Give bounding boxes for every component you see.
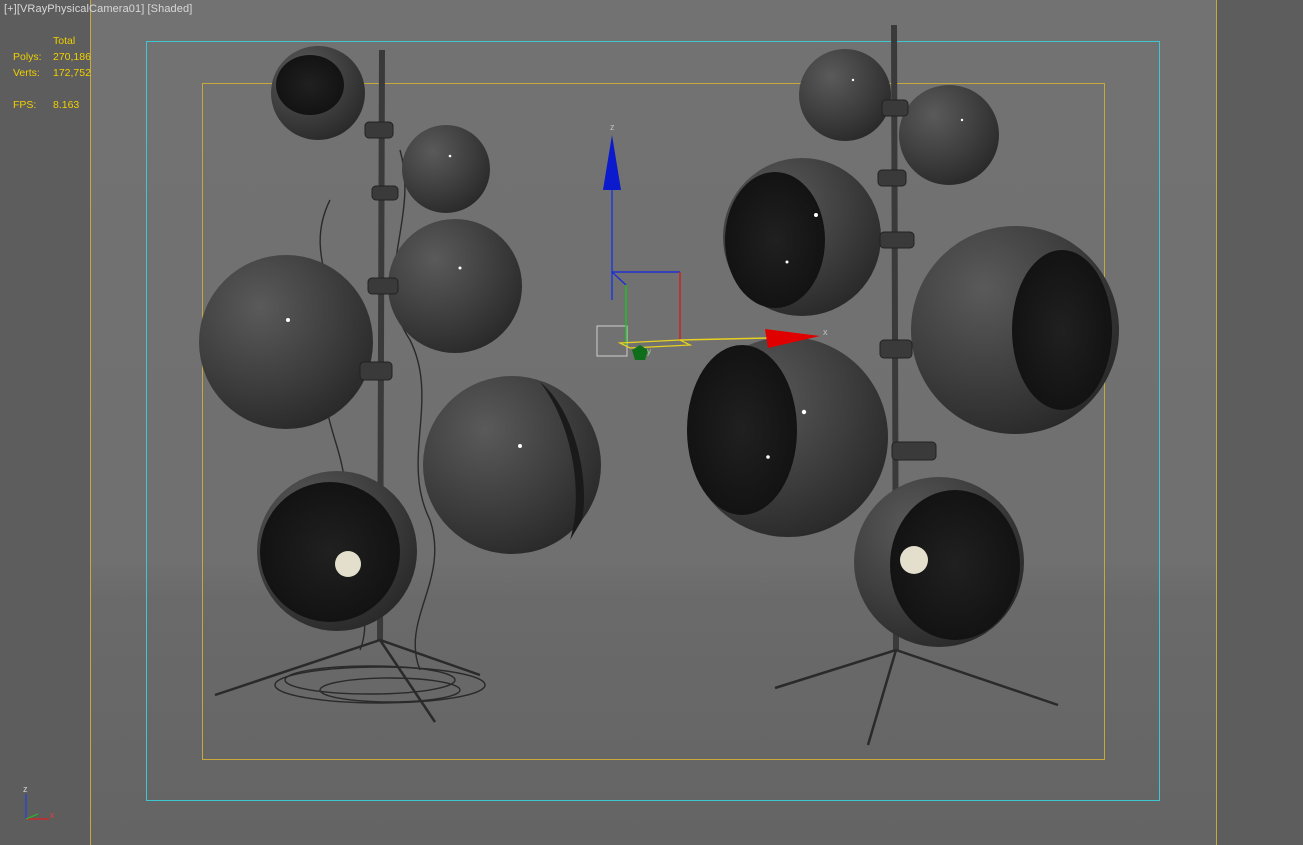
stats-header: Total <box>53 35 76 47</box>
perspective-viewport[interactable]: z x y [+][VRayPhysicalCamera01] [Shaded]… <box>0 0 1303 845</box>
gizmo-z-label: z <box>610 122 615 132</box>
polys-value: 270,186 <box>53 51 91 63</box>
right-globe-2 <box>899 85 999 185</box>
right-lamp-tripod <box>774 648 1059 746</box>
gizmo-x-label: x <box>823 327 828 337</box>
gizmo-center-box <box>596 325 628 357</box>
left-globe-2 <box>402 125 490 213</box>
left-globe-4 <box>199 255 373 429</box>
left-floor-lamp[interactable] <box>199 46 601 723</box>
viewport-camera-button[interactable]: [VRayPhysicalCamera01] <box>17 3 145 15</box>
scene-canvas[interactable]: z x y <box>0 0 1303 845</box>
triad-x-label: x <box>50 810 55 820</box>
fps-value: 8.163 <box>53 99 80 111</box>
polys-label: Polys: <box>13 51 42 63</box>
triad-z-label: z <box>23 784 28 794</box>
right-bulb <box>900 546 928 574</box>
viewport-menu-button[interactable]: [+] <box>4 3 17 15</box>
gizmo-y-label: y <box>647 347 651 356</box>
axis-triad-icon: z x <box>23 784 55 820</box>
right-globe-1 <box>799 49 891 141</box>
left-globe-3 <box>388 219 522 353</box>
viewport-label-bar: [+][VRayPhysicalCamera01] [Shaded] <box>4 3 192 15</box>
gizmo-z-arrow <box>603 135 621 190</box>
viewport-shading-button[interactable]: [Shaded] <box>148 3 193 15</box>
verts-label: Verts: <box>13 67 40 79</box>
left-bulb <box>335 551 361 577</box>
right-floor-lamp[interactable] <box>687 24 1119 746</box>
fps-label: FPS: <box>13 99 37 111</box>
viewport-statistics: Total Polys: 270,186 Verts: 172,752 FPS:… <box>13 33 91 113</box>
verts-value: 172,752 <box>53 67 91 79</box>
